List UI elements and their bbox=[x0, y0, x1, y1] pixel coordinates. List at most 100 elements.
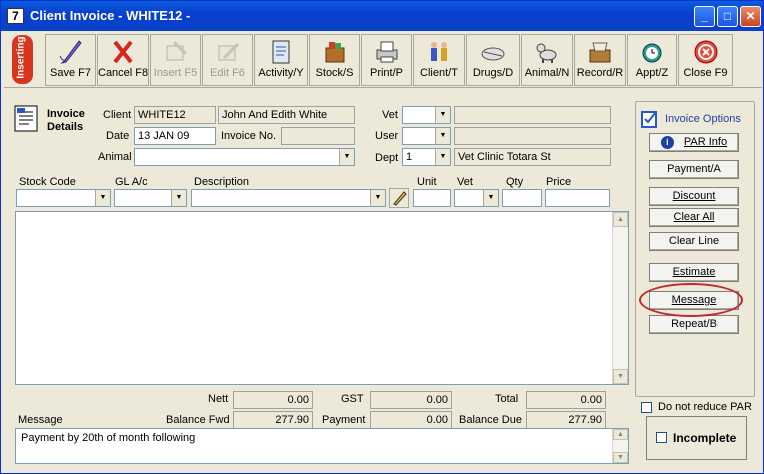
stock-label: Stock/S bbox=[315, 67, 354, 79]
save-label: Save F7 bbox=[50, 67, 91, 79]
discount-button[interactable]: Discount bbox=[649, 187, 739, 206]
client-code-field: WHITE12 bbox=[134, 106, 216, 124]
incomplete-box[interactable]: Incomplete bbox=[646, 416, 747, 460]
message-label: Message bbox=[18, 414, 63, 426]
stock-box-icon bbox=[325, 42, 344, 63]
message-scrollbar[interactable]: ▲ ▼ bbox=[612, 429, 628, 463]
chevron-down-icon[interactable]: ▼ bbox=[435, 128, 450, 144]
price-field[interactable] bbox=[545, 189, 610, 207]
invoice-lines-grid[interactable]: ▲ ▼ bbox=[15, 211, 629, 385]
clear-line-button[interactable]: Clear Line bbox=[649, 232, 739, 251]
message-textarea[interactable]: Payment by 20th of month following ▲ ▼ bbox=[15, 428, 629, 464]
checklist-icon bbox=[641, 111, 657, 128]
chevron-down-icon[interactable]: ▼ bbox=[95, 190, 110, 206]
invoice-no-field bbox=[281, 127, 355, 145]
grid-scrollbar[interactable]: ▲ ▼ bbox=[612, 212, 628, 384]
payment-field: 0.00 bbox=[370, 411, 452, 429]
nett-field: 0.00 bbox=[233, 391, 313, 409]
drugs-label: Drugs/D bbox=[472, 67, 514, 79]
animal-button[interactable]: Animal/N bbox=[521, 34, 573, 86]
window-close-button[interactable]: ✕ bbox=[740, 6, 761, 27]
save-button[interactable]: Save F7 bbox=[45, 34, 96, 86]
edit-description-button[interactable] bbox=[389, 188, 409, 208]
chevron-down-icon[interactable]: ▼ bbox=[171, 190, 186, 206]
col-price: Price bbox=[546, 176, 572, 188]
user-label: User bbox=[375, 130, 399, 142]
scroll-up-icon[interactable]: ▲ bbox=[613, 212, 628, 227]
activity-icon bbox=[272, 40, 290, 64]
dept-label: Dept bbox=[375, 152, 399, 164]
edit-button[interactable]: Edit F6 bbox=[202, 34, 253, 86]
details-heading: Details bbox=[47, 121, 84, 133]
animal-select[interactable]: ▼ bbox=[134, 148, 355, 166]
chevron-down-icon[interactable]: ▼ bbox=[339, 149, 354, 165]
close-label: Close F9 bbox=[683, 67, 728, 79]
repeat-button[interactable]: Repeat/B bbox=[649, 315, 739, 334]
chevron-down-icon[interactable]: ▼ bbox=[483, 190, 498, 206]
drugs-button[interactable]: Drugs/D bbox=[466, 34, 520, 86]
date-label: Date bbox=[106, 130, 130, 142]
incomplete-checkbox[interactable] bbox=[656, 432, 667, 443]
estimate-label: Estimate bbox=[672, 266, 716, 278]
balance-fwd-label: Balance Fwd bbox=[166, 414, 230, 426]
pencil-icon bbox=[393, 191, 407, 206]
record-cards-icon bbox=[589, 42, 611, 63]
invoice-details-icon bbox=[14, 105, 38, 132]
payment-label: Payment bbox=[322, 414, 366, 426]
client-button[interactable]: Client/T bbox=[413, 34, 465, 86]
print-button[interactable]: Print/P bbox=[361, 34, 412, 86]
animal-label: Animal bbox=[98, 151, 132, 163]
col-description: Description bbox=[194, 176, 250, 188]
close-button[interactable]: Close F9 bbox=[678, 34, 733, 86]
invoice-no-label: Invoice No. bbox=[221, 130, 277, 142]
minimize-button[interactable]: _ bbox=[694, 6, 715, 27]
chevron-down-icon[interactable]: ▼ bbox=[435, 107, 450, 123]
chevron-down-icon[interactable]: ▼ bbox=[370, 190, 385, 206]
col-vet: Vet bbox=[457, 176, 473, 188]
inserting-badge: Inserting bbox=[12, 35, 33, 84]
clear-line-label: Clear Line bbox=[668, 235, 720, 247]
do-not-reduce-par-label: Do not reduce PAR bbox=[658, 401, 752, 413]
toolbar: Inserting Save F7 Cancel F8 Insert F5 Ed… bbox=[4, 32, 762, 88]
stock-code-select[interactable]: ▼ bbox=[16, 189, 111, 207]
user-select[interactable]: ▼ bbox=[402, 127, 451, 145]
payment-button[interactable]: Payment/A bbox=[649, 160, 739, 179]
description-select[interactable]: ▼ bbox=[191, 189, 386, 207]
clear-all-button[interactable]: Clear All bbox=[649, 208, 739, 227]
par-info-button[interactable]: i PAR Info bbox=[649, 133, 739, 152]
app-icon: 7 bbox=[7, 8, 24, 24]
red-x-icon bbox=[113, 40, 133, 64]
maximize-button[interactable]: □ bbox=[717, 6, 738, 27]
date-field[interactable]: 13 JAN 09 bbox=[134, 127, 216, 145]
scroll-down-icon[interactable]: ▼ bbox=[613, 369, 628, 384]
dept-select[interactable]: 1 ▼ bbox=[402, 148, 451, 166]
vet-line-select[interactable]: ▼ bbox=[454, 189, 499, 207]
info-icon: i bbox=[660, 135, 674, 149]
total-field: 0.00 bbox=[526, 391, 606, 409]
appt-button[interactable]: Appt/Z bbox=[627, 34, 677, 86]
estimate-button[interactable]: Estimate bbox=[649, 263, 739, 282]
gl-select[interactable]: ▼ bbox=[114, 189, 187, 207]
insert-button[interactable]: Insert F5 bbox=[150, 34, 201, 86]
chevron-down-icon[interactable]: ▼ bbox=[435, 149, 450, 165]
unit-field[interactable] bbox=[413, 189, 451, 207]
animal-label: Animal/N bbox=[524, 67, 570, 79]
activity-button[interactable]: Activity/Y bbox=[254, 34, 308, 86]
clear-all-label: Clear All bbox=[673, 211, 715, 223]
stock-button[interactable]: Stock/S bbox=[309, 34, 360, 86]
dog-icon bbox=[536, 43, 557, 63]
invoice-options-title: Invoice Options bbox=[665, 113, 741, 125]
pen-check-icon bbox=[59, 40, 82, 64]
scroll-down-icon[interactable]: ▼ bbox=[613, 452, 628, 463]
do-not-reduce-par-checkbox[interactable] bbox=[641, 402, 652, 413]
title-bar[interactable]: 7 Client Invoice - WHITE12 - _ □ ✕ bbox=[1, 1, 763, 31]
total-label: Total bbox=[495, 393, 519, 405]
window-title: Client Invoice - WHITE12 - bbox=[30, 8, 191, 23]
vet-select[interactable]: ▼ bbox=[402, 106, 451, 124]
invoice-heading: Invoice bbox=[47, 108, 85, 120]
record-button[interactable]: Record/R bbox=[574, 34, 626, 86]
vet-label: Vet bbox=[382, 109, 398, 121]
qty-field[interactable] bbox=[502, 189, 542, 207]
cancel-button[interactable]: Cancel F8 bbox=[97, 34, 149, 86]
scroll-up-icon[interactable]: ▲ bbox=[613, 429, 628, 440]
